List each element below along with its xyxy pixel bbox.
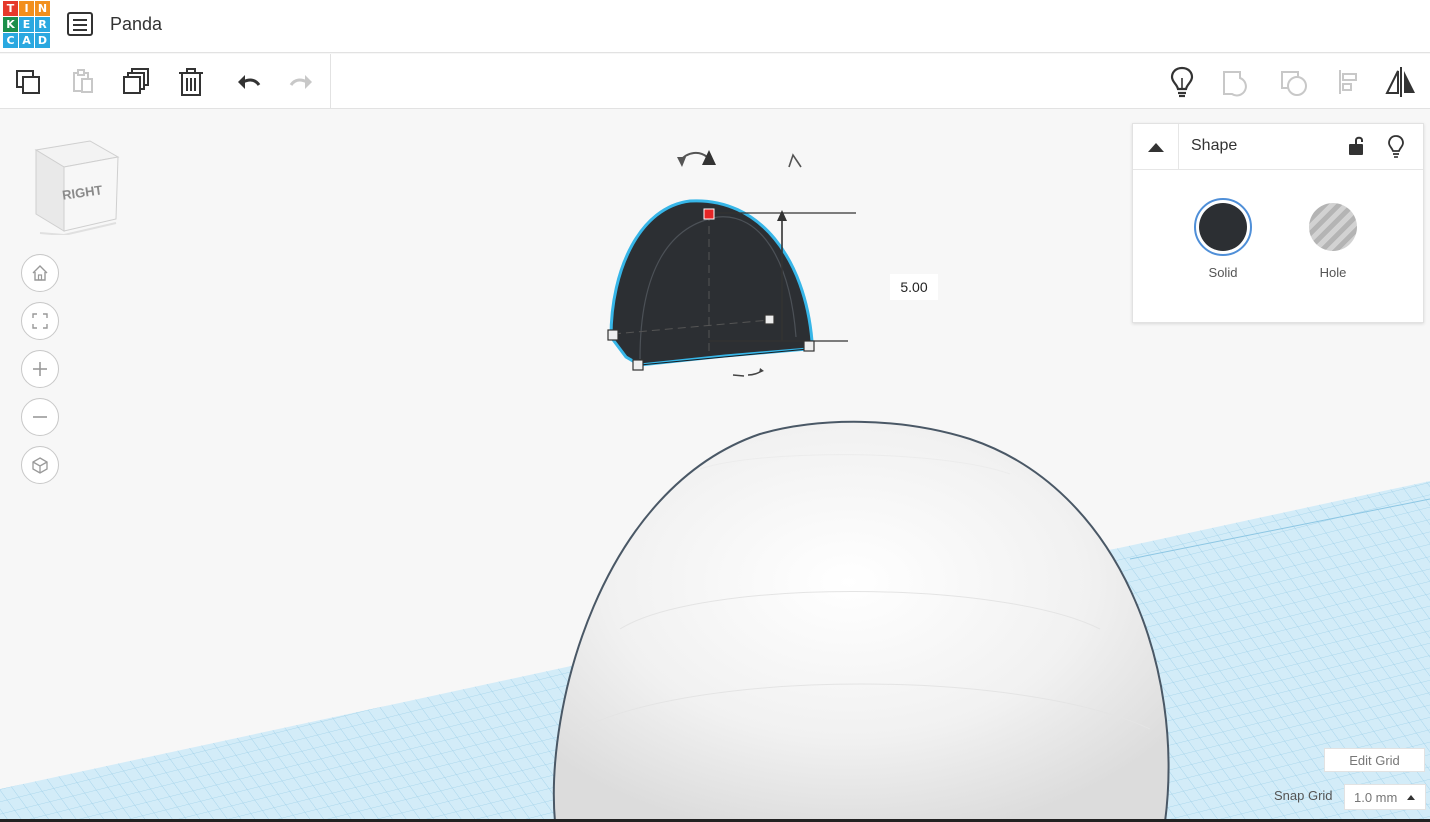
align-button[interactable] <box>1328 62 1368 102</box>
solid-label: Solid <box>1208 265 1238 280</box>
solid-color-swatch[interactable] <box>1194 198 1252 256</box>
hide-shape-button[interactable] <box>1383 132 1409 160</box>
zoom-in-button[interactable] <box>21 350 59 388</box>
group-icon <box>1223 71 1247 97</box>
tinkercad-editor: TIN KER CAD Panda RIGHT 5.00 Edit Grid Sna… <box>0 0 1430 822</box>
resize-handle[interactable] <box>607 329 619 341</box>
tinkercad-logo[interactable]: TIN KER CAD <box>3 1 51 49</box>
group-button[interactable] <box>1216 62 1256 102</box>
logo-letter: K <box>3 17 18 32</box>
sphere-shape[interactable] <box>552 420 1170 822</box>
panel-header: Shape <box>1133 124 1423 170</box>
redo-button[interactable] <box>282 62 322 102</box>
paste-button[interactable] <box>62 62 102 102</box>
panel-title: Shape <box>1191 137 1238 154</box>
logo-letter: A <box>19 33 34 48</box>
height-handle[interactable] <box>703 208 715 220</box>
hole-swatch[interactable] <box>1304 198 1362 256</box>
undo-button[interactable] <box>228 62 268 102</box>
resize-handle[interactable] <box>764 314 775 325</box>
home-icon <box>32 265 48 281</box>
rotate-handle-icon[interactable] <box>732 368 764 377</box>
notes-button[interactable] <box>1162 62 1202 102</box>
view-cube[interactable]: RIGHT <box>30 139 122 237</box>
paste-icon <box>73 69 93 93</box>
duplicate-button[interactable] <box>116 62 156 102</box>
ungroup-icon <box>1281 71 1307 96</box>
bulb-icon <box>1170 66 1194 98</box>
snap-grid-select[interactable]: 1.0 mm <box>1344 784 1426 810</box>
edit-toolbar <box>0 54 1430 109</box>
logo-letter: D <box>35 33 50 48</box>
design-list-button[interactable] <box>67 12 93 36</box>
collapse-panel-button[interactable] <box>1133 124 1179 170</box>
snap-grid-value: 1.0 mm <box>1354 789 1398 805</box>
solid-fill <box>1199 203 1247 251</box>
caret-up-icon <box>1407 795 1415 800</box>
fit-icon <box>32 313 48 329</box>
edit-grid-button[interactable]: Edit Grid <box>1324 748 1425 772</box>
top-header: TIN KER CAD Panda <box>0 0 1430 53</box>
zoom-out-button[interactable] <box>21 398 59 436</box>
logo-letter: T <box>3 1 18 16</box>
fit-view-button[interactable] <box>21 302 59 340</box>
align-icon <box>1339 70 1357 94</box>
logo-letter: C <box>3 33 18 48</box>
rotate-arrow-icon[interactable] <box>677 150 716 167</box>
resize-handle[interactable] <box>632 359 644 371</box>
zoom-out-icon <box>33 416 47 418</box>
logo-letter: E <box>19 17 34 32</box>
logo-letter: R <box>35 17 50 32</box>
hole-label: Hole <box>1319 265 1347 280</box>
perspective-toggle-button[interactable] <box>21 446 59 484</box>
ungroup-button[interactable] <box>1274 62 1314 102</box>
delete-button[interactable] <box>171 62 211 102</box>
redo-icon <box>289 75 312 89</box>
logo-letter: I <box>19 1 34 16</box>
home-view-button[interactable] <box>21 254 59 292</box>
resize-handle[interactable] <box>803 340 815 352</box>
perspective-icon <box>32 457 48 474</box>
copy-button[interactable] <box>8 62 48 102</box>
trash-icon <box>179 68 203 96</box>
bulb-icon <box>1388 135 1404 158</box>
copy-icon <box>16 70 40 94</box>
project-title[interactable]: Panda <box>110 14 162 35</box>
height-value-field[interactable]: 5.00 <box>890 274 938 300</box>
snap-grid-label: Snap Grid <box>1274 788 1333 803</box>
logo-letter: N <box>35 1 50 16</box>
duplicate-icon <box>123 68 149 94</box>
unlock-icon <box>1349 136 1363 155</box>
triangle-up-icon <box>1147 143 1164 152</box>
zoom-in-icon <box>33 362 47 376</box>
lift-arrow-icon[interactable] <box>788 153 802 168</box>
hole-fill <box>1309 203 1357 251</box>
mirror-button[interactable] <box>1381 62 1421 102</box>
shape-inspector-panel: Shape Solid Hole <box>1132 123 1424 323</box>
mirror-icon <box>1385 67 1415 97</box>
undo-icon <box>238 75 261 89</box>
toolbar-divider <box>330 54 331 108</box>
lock-toggle-button[interactable] <box>1343 133 1369 159</box>
